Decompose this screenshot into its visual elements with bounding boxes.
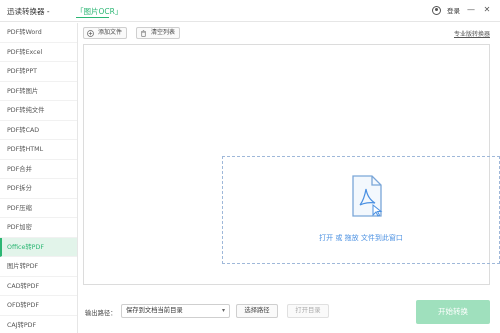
choose-path-button[interactable]: 选择路径	[236, 304, 278, 318]
sidebar-item-pdf-to-cad[interactable]: PDF转CAD	[0, 121, 77, 140]
sidebar-item-office-to-pdf[interactable]: Office转PDF	[0, 237, 77, 257]
clear-list-button[interactable]: 清空列表	[136, 27, 181, 39]
output-path-select[interactable]: 保存到文档当前目录 ▾	[121, 304, 230, 318]
title-bar: 迅读转换器 - 「图片OCR」 登录 — ✕	[0, 0, 500, 22]
start-convert-button[interactable]: 开始转换	[416, 300, 490, 324]
sidebar-item-pdf-to-html[interactable]: PDF转HTML	[0, 140, 77, 160]
output-path-label: 输出路径：	[85, 310, 117, 317]
sidebar-item-pdf-to-ppt[interactable]: PDF转PPT	[0, 62, 77, 82]
user-icon[interactable]	[432, 5, 441, 15]
sidebar-item-ofd-to-pdf[interactable]: OFD转PDF	[0, 296, 77, 316]
add-file-button[interactable]: 添加文件	[83, 27, 128, 39]
login-link[interactable]: 登录	[447, 5, 460, 15]
pdf-file-icon	[352, 175, 383, 217]
add-file-label: 添加文件	[98, 29, 123, 36]
sidebar-item-cad-to-pdf[interactable]: CAD转PDF	[0, 277, 77, 296]
sidebar-item-pdf-to-text[interactable]: PDF转纯文件	[0, 101, 77, 121]
drop-hint-text: 打开 或 拖放 文件到此窗口	[319, 234, 403, 242]
file-list-panel: 打开 或 拖放 文件到此窗口	[83, 44, 500, 285]
ocr-promo-link[interactable]: 「图片OCR」	[76, 6, 122, 17]
chevron-down-icon: ▾	[221, 307, 225, 314]
minimize-button[interactable]: —	[466, 5, 476, 15]
sidebar-item-pdf-merge[interactable]: PDF合并	[0, 160, 77, 179]
trash-icon	[141, 29, 146, 37]
sidebar-item-pdf-to-word[interactable]: PDF转Word	[0, 23, 77, 43]
sidebar-item-pdf-compress[interactable]: PDF压缩	[0, 199, 77, 218]
sidebar-item-caj-to-pdf[interactable]: CAJ转PDF	[0, 316, 77, 333]
drop-zone[interactable]: 打开 或 拖放 文件到此窗口	[222, 156, 500, 264]
titlebar-controls: 登录 — ✕	[432, 3, 492, 17]
close-button[interactable]: ✕	[482, 5, 492, 15]
sidebar-item-pdf-to-image[interactable]: PDF转图片	[0, 82, 77, 101]
pro-converter-link[interactable]: 专业版转换器	[454, 29, 490, 38]
sidebar-item-pdf-to-excel[interactable]: PDF转Excel	[0, 43, 77, 62]
sidebar-item-pdf-split[interactable]: PDF拆分	[0, 179, 77, 199]
promo-underline	[76, 17, 109, 18]
open-directory-button[interactable]: 打开目录	[287, 304, 329, 318]
plus-circle-icon	[87, 29, 94, 37]
output-path-value: 保存到文档当前目录	[126, 307, 183, 314]
sidebar-item-image-to-pdf[interactable]: 图片转PDF	[0, 257, 77, 277]
app-title: 迅读转换器 -	[7, 7, 50, 16]
clear-list-label: 清空列表	[151, 29, 176, 36]
sidebar: PDF转Word PDF转Excel PDF转PPT PDF转图片 PDF转纯文…	[0, 23, 78, 333]
sidebar-item-pdf-encrypt[interactable]: PDF加密	[0, 218, 77, 238]
